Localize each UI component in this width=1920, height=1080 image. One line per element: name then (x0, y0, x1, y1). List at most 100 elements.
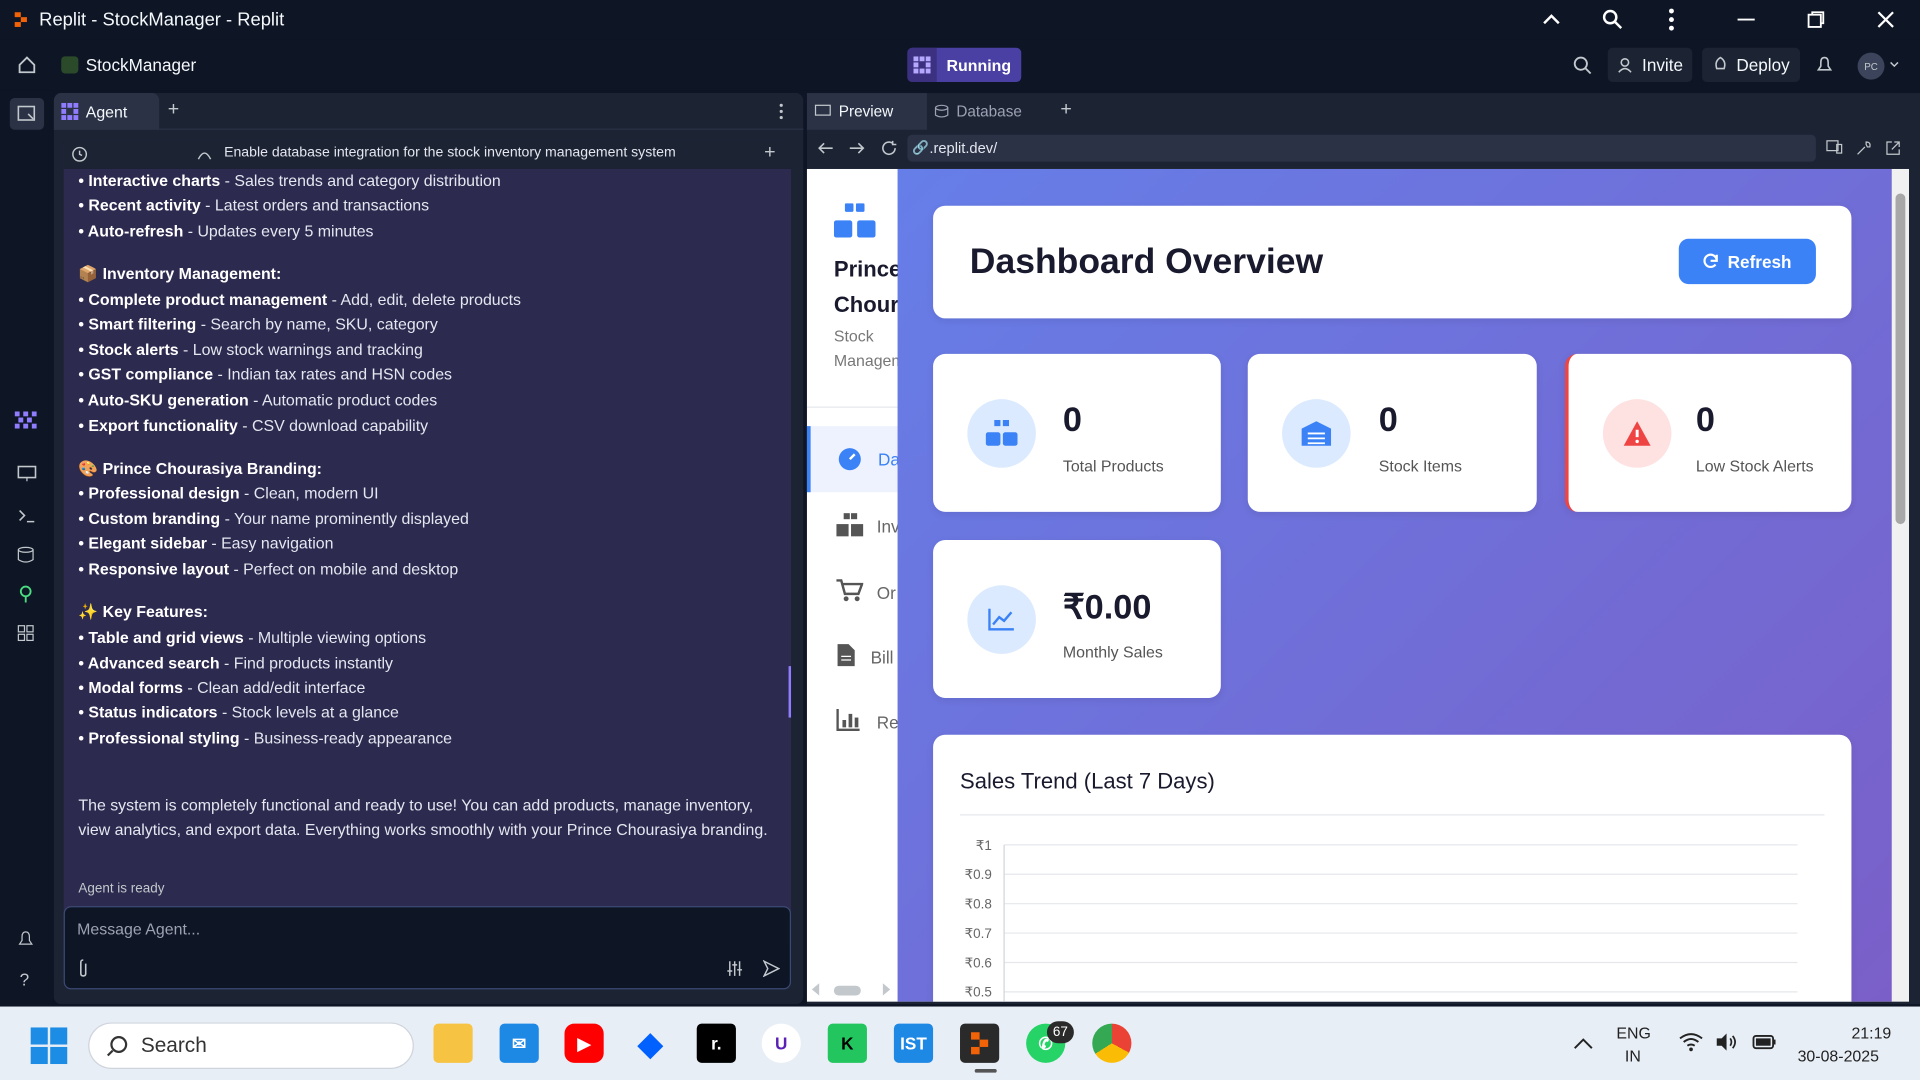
apps-grid-icon[interactable] (17, 624, 34, 642)
zoom-icon[interactable] (1602, 9, 1624, 31)
notification-icon[interactable] (17, 931, 34, 948)
more-vertical-icon[interactable] (1668, 7, 1675, 31)
reload-icon[interactable] (880, 140, 897, 157)
home-icon[interactable] (17, 55, 37, 75)
sidebar-item-dashboard[interactable]: Da (806, 426, 900, 493)
youtube-icon[interactable]: ▶ (564, 1023, 604, 1063)
chat-message-line: • GST compliance - Indian tax rates and … (78, 365, 452, 383)
chrome-icon[interactable] (1092, 1023, 1132, 1063)
sales-trend-chart: ₹1 ₹0.9 ₹0.8 ₹0.7 ₹0.6 ₹0.5 (965, 838, 1798, 1002)
y-tick-label: ₹1 (976, 838, 992, 853)
search-icon[interactable] (1572, 55, 1592, 75)
clock-time[interactable]: 21:19 (1851, 1024, 1891, 1042)
stat-value: 0 (1378, 400, 1398, 439)
sidebar-item-billing[interactable]: Bill (807, 626, 898, 692)
project-name[interactable]: StockManager (86, 55, 197, 75)
cart-icon (836, 579, 864, 602)
tab-agent[interactable]: Agent (53, 93, 160, 130)
attach-icon[interactable] (77, 959, 89, 979)
language-code[interactable]: ENG (1616, 1024, 1650, 1042)
open-external-icon[interactable] (1885, 140, 1902, 157)
windows-start-icon[interactable] (30, 1027, 68, 1065)
preview-panel: Preview Database + 🔗 .replit.dev/ Prince… (806, 93, 1920, 1005)
close-icon[interactable] (1876, 10, 1896, 30)
agent-status: Agent is ready (78, 881, 165, 897)
back-arrow-icon[interactable] (817, 141, 834, 156)
restore-icon[interactable] (1806, 10, 1826, 30)
app-k-icon[interactable]: K (827, 1023, 867, 1063)
chevron-up-icon[interactable] (1540, 10, 1562, 30)
scrollbar-thumb[interactable] (1895, 193, 1906, 525)
app-u-icon[interactable]: U (761, 1023, 801, 1063)
mail-icon[interactable]: ✉ (499, 1023, 539, 1063)
devices-icon[interactable] (1826, 140, 1843, 155)
chat-text: - Find products instantly (219, 653, 394, 673)
send-icon[interactable] (762, 960, 781, 978)
panel-menu-icon[interactable] (779, 103, 784, 120)
agent-icon[interactable] (14, 411, 37, 429)
clock-date: 30-08-2025 (1797, 1046, 1879, 1066)
refresh-button[interactable]: Refresh (1678, 238, 1816, 285)
taskbar-search-label: Search (140, 1033, 207, 1057)
chat-bold-text: • Auto-SKU generation (78, 390, 249, 409)
new-tab-plus-icon[interactable]: + (1060, 99, 1071, 121)
dashboard-header-card: Dashboard Overview Refresh (933, 205, 1852, 319)
database-icon[interactable] (17, 546, 34, 563)
history-icon[interactable] (71, 146, 88, 163)
sidebar-item-reports[interactable]: Re (807, 691, 899, 757)
file-explorer-icon[interactable] (433, 1023, 473, 1063)
chat-bold-text: • Complete product management (78, 290, 328, 309)
dropbox-icon[interactable]: ◆ (631, 1024, 670, 1063)
shell-icon[interactable] (17, 507, 37, 524)
chat-message-line: • Responsive layout - Perfect on mobile … (78, 560, 458, 578)
message-input[interactable]: Message Agent... (77, 920, 200, 938)
settings-sliders-icon[interactable] (726, 960, 743, 977)
y-tick-label: ₹0.6 (965, 955, 992, 970)
replit-taskbar-icon[interactable] (960, 1023, 1000, 1063)
taskbar-search[interactable]: Search (88, 1022, 414, 1069)
chevron-down-icon[interactable] (1889, 61, 1899, 68)
nav-label: Inv (876, 516, 900, 537)
thread-bar: Enable database integration for the stoc… (63, 139, 792, 169)
thread-title[interactable]: Enable database integration for the stoc… (224, 146, 676, 161)
avatar[interactable]: PC (1857, 52, 1885, 80)
y-tick-label: ₹0.7 (965, 926, 992, 941)
sidebar-item-inventory[interactable]: Inv (807, 495, 900, 561)
new-tab-plus-icon[interactable]: + (168, 99, 179, 121)
chat-scrollbar[interactable] (788, 666, 792, 718)
chat-text: - Business-ready appearance (239, 728, 453, 747)
sales-trend-card: Sales Trend (Last 7 Days) ₹1 ₹0.9 ₹0.8 ₹0.7… (933, 734, 1852, 1002)
monitor-icon[interactable] (17, 465, 37, 482)
deploy-button[interactable]: Deploy (1702, 47, 1800, 83)
devtools-wrench-icon[interactable] (1855, 140, 1872, 157)
tray-chevron-up-icon[interactable] (1572, 1035, 1594, 1052)
y-tick-label: ₹0.8 (965, 897, 992, 912)
chat-message-line: • Smart filtering - Search by name, SKU,… (78, 315, 437, 333)
new-thread-plus-icon[interactable]: + (764, 142, 775, 164)
chart-title: Sales Trend (Last 7 Days) (960, 768, 1215, 794)
chat-bold-text: • Export functionality (78, 416, 238, 435)
roblox-icon[interactable]: r. (696, 1023, 736, 1063)
battery-icon[interactable] (1751, 1032, 1778, 1052)
minimize-icon[interactable] (1736, 17, 1756, 22)
volume-icon[interactable] (1714, 1032, 1738, 1052)
horizontal-scroll[interactable] (807, 980, 905, 1000)
preview-scrollbar[interactable] (1891, 168, 1909, 1002)
tab-database[interactable]: Database (929, 93, 1049, 130)
url-input[interactable]: 🔗 .replit.dev/ (907, 134, 1816, 162)
files-toggle-icon[interactable] (9, 97, 45, 130)
run-status-button[interactable]: Running (907, 47, 1021, 83)
chat-text: - Multiple viewing options (243, 628, 427, 647)
sidebar-item-orders[interactable]: Or (807, 561, 898, 627)
tab-preview[interactable]: Preview (806, 93, 927, 130)
agent-input-box[interactable]: Message Agent... (63, 906, 792, 990)
ist-icon[interactable]: IST (893, 1023, 934, 1063)
chat-message-line: • Status indicators - Stock levels at a … (78, 703, 399, 721)
wifi-icon[interactable] (1679, 1032, 1703, 1052)
forward-arrow-icon[interactable] (849, 141, 866, 156)
invite-button[interactable]: Invite (1607, 47, 1693, 83)
chat-bold-text: • Table and grid views (78, 628, 244, 647)
secrets-icon[interactable] (17, 585, 34, 603)
bell-icon[interactable] (1815, 55, 1835, 75)
help-icon[interactable]: ? (20, 970, 30, 990)
